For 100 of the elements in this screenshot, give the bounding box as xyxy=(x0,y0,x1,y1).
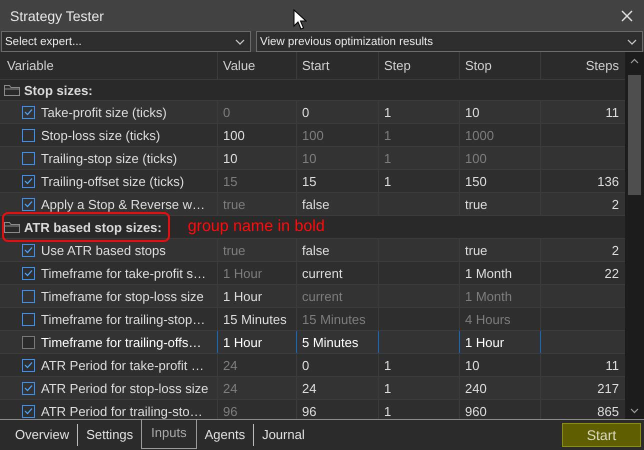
table-cell: 100 xyxy=(460,147,541,169)
checkbox[interactable] xyxy=(22,358,35,372)
check-icon xyxy=(24,407,33,415)
chevron-down-icon xyxy=(235,38,245,44)
table-cell: 0 xyxy=(218,101,297,123)
table-cell: true xyxy=(218,239,297,261)
table-cell: 15 Minutes xyxy=(297,308,379,330)
table-cell: Trailing-offset size (ticks) xyxy=(41,174,184,188)
table-row[interactable]: Trailing-stop size (ticks) 10 10 1 100 xyxy=(0,147,625,170)
checkbox[interactable] xyxy=(22,290,35,302)
group-name: Stop sizes: xyxy=(24,82,93,98)
tab[interactable]: Journal xyxy=(254,424,313,446)
table-cell: 15 Minutes xyxy=(218,308,297,330)
table-cell: ATR Period for take-profit … xyxy=(41,358,204,372)
table-cell-text: 865 xyxy=(596,402,620,419)
group-name: ATR based stop sizes: xyxy=(24,220,162,234)
check-icon xyxy=(24,200,33,208)
column-header[interactable]: Step xyxy=(379,52,460,79)
column-header[interactable]: Value xyxy=(218,52,297,79)
table-cell: 240 xyxy=(460,377,541,399)
table-cell: true xyxy=(460,239,541,261)
checkbox[interactable] xyxy=(22,174,35,188)
close-icon xyxy=(620,8,634,22)
scrollbar[interactable] xyxy=(625,52,644,419)
table-row[interactable]: ATR Period for stop-loss size 24 24 1 240 217 xyxy=(0,377,625,400)
checkbox[interactable] xyxy=(22,128,35,142)
table-row[interactable]: Stop-loss size (ticks) 100 100 1 1000 xyxy=(0,124,625,147)
table-cell: 1 xyxy=(379,377,460,399)
table-cell: current xyxy=(297,285,379,307)
check-icon xyxy=(24,269,33,277)
scrollbar-thumb[interactable] xyxy=(628,75,641,195)
table-row[interactable]: Trailing-offset size (ticks) 15 15 1 150 136 xyxy=(0,170,625,193)
table-cell: Timeframe for trailing-stop… xyxy=(41,312,206,326)
table-cell: 1 xyxy=(379,147,460,169)
table-cell: 150 xyxy=(460,170,541,192)
table-row[interactable]: Apply a Stop & Reverse w… true false true 2 xyxy=(0,193,625,216)
mouse-cursor-icon xyxy=(293,9,307,31)
dropdown[interactable]: Select expert... xyxy=(1,31,251,52)
start-button[interactable]: Start xyxy=(562,423,641,447)
column-header[interactable]: Start xyxy=(297,52,379,79)
checkbox[interactable] xyxy=(22,336,35,348)
check-icon xyxy=(24,177,33,185)
table-cell: Use ATR based stops xyxy=(41,242,166,258)
table-cell: false xyxy=(297,193,379,215)
checkbox[interactable] xyxy=(22,198,35,210)
table-row[interactable]: Take-profit size (ticks) 0 0 1 10 11 xyxy=(0,101,625,124)
table-cell: 1 Hour xyxy=(218,262,297,284)
table-cell: 1 xyxy=(379,354,460,376)
checkbox[interactable] xyxy=(22,382,35,394)
table-cell: 1 xyxy=(379,124,460,146)
dropdown[interactable]: View previous optimization results xyxy=(256,31,643,52)
check-icon xyxy=(24,361,33,369)
table-cell: 10 xyxy=(460,354,541,376)
table-cell: false xyxy=(297,239,379,261)
tab[interactable]: Overview xyxy=(7,424,78,446)
table-cell: Stop-loss size (ticks) xyxy=(41,128,160,142)
table-cell: 5 Minutes xyxy=(297,331,379,353)
table-cell: ATR Period for stop-loss size xyxy=(41,380,208,396)
table-cell: Take-profit size (ticks) xyxy=(41,104,167,120)
table-cell: 100 xyxy=(297,124,379,146)
checkbox[interactable] xyxy=(22,312,35,326)
table-cell: true xyxy=(460,193,541,215)
table-row[interactable]: Timeframe for trailing-offs… 1 Hour 5 Minutes 1 Hour xyxy=(0,331,625,354)
table-row[interactable]: Timeframe for take-profit s… 1 Hour current 1 Month 22 xyxy=(0,262,625,285)
table-row[interactable]: Timeframe for trailing-stop… 15 Minutes 15 Minutes 4 Hours xyxy=(0,308,625,331)
checkbox[interactable] xyxy=(22,106,35,118)
table-cell: 1000 xyxy=(460,124,541,146)
table-cell: 0 xyxy=(297,354,379,376)
table-row[interactable]: ATR Period for take-profit … 24 0 1 10 11 xyxy=(0,354,625,377)
table-cell: 1 xyxy=(379,101,460,123)
table-cell-text: 217 xyxy=(596,380,620,398)
table-cell-text: 2 xyxy=(610,196,620,214)
table-cell-text: 2 xyxy=(610,242,620,260)
column-header[interactable]: Steps xyxy=(541,52,625,79)
table-cell-text: 11 xyxy=(604,356,620,374)
table-cell: current xyxy=(297,262,379,284)
table-cell: 10 xyxy=(297,147,379,169)
checkbox[interactable] xyxy=(22,266,35,280)
tab[interactable]: Agents xyxy=(196,424,254,446)
folder-icon xyxy=(3,220,21,234)
table-row[interactable]: Use ATR based stops true false true 2 xyxy=(0,239,625,262)
window-title: Strategy Tester xyxy=(10,8,104,24)
tab[interactable]: Inputs xyxy=(141,419,197,449)
table-row[interactable]: Timeframe for stop-loss size 1 Hour current 1 Month xyxy=(0,285,625,308)
table-cell: 100 xyxy=(218,124,297,146)
table-cell-text: 11 xyxy=(604,104,620,122)
table-cell: Timeframe for stop-loss size xyxy=(41,288,204,304)
table-cell: Timeframe for take-profit s… xyxy=(41,266,206,280)
table-cell-text: 136 xyxy=(596,172,620,190)
column-header[interactable]: Stop xyxy=(460,52,541,79)
checkbox[interactable] xyxy=(22,244,35,256)
checkbox[interactable] xyxy=(22,404,35,418)
table-cell: 10 xyxy=(460,101,541,123)
checkbox[interactable] xyxy=(22,152,35,164)
tab[interactable]: Settings xyxy=(78,424,142,446)
table-cell: Timeframe for trailing-offs… xyxy=(41,334,202,350)
column-header[interactable]: Variable xyxy=(0,52,218,79)
table-cell: true xyxy=(218,193,297,215)
table-cell: 4 Hours xyxy=(460,308,541,330)
annotation-text: group name in bold xyxy=(188,218,325,236)
